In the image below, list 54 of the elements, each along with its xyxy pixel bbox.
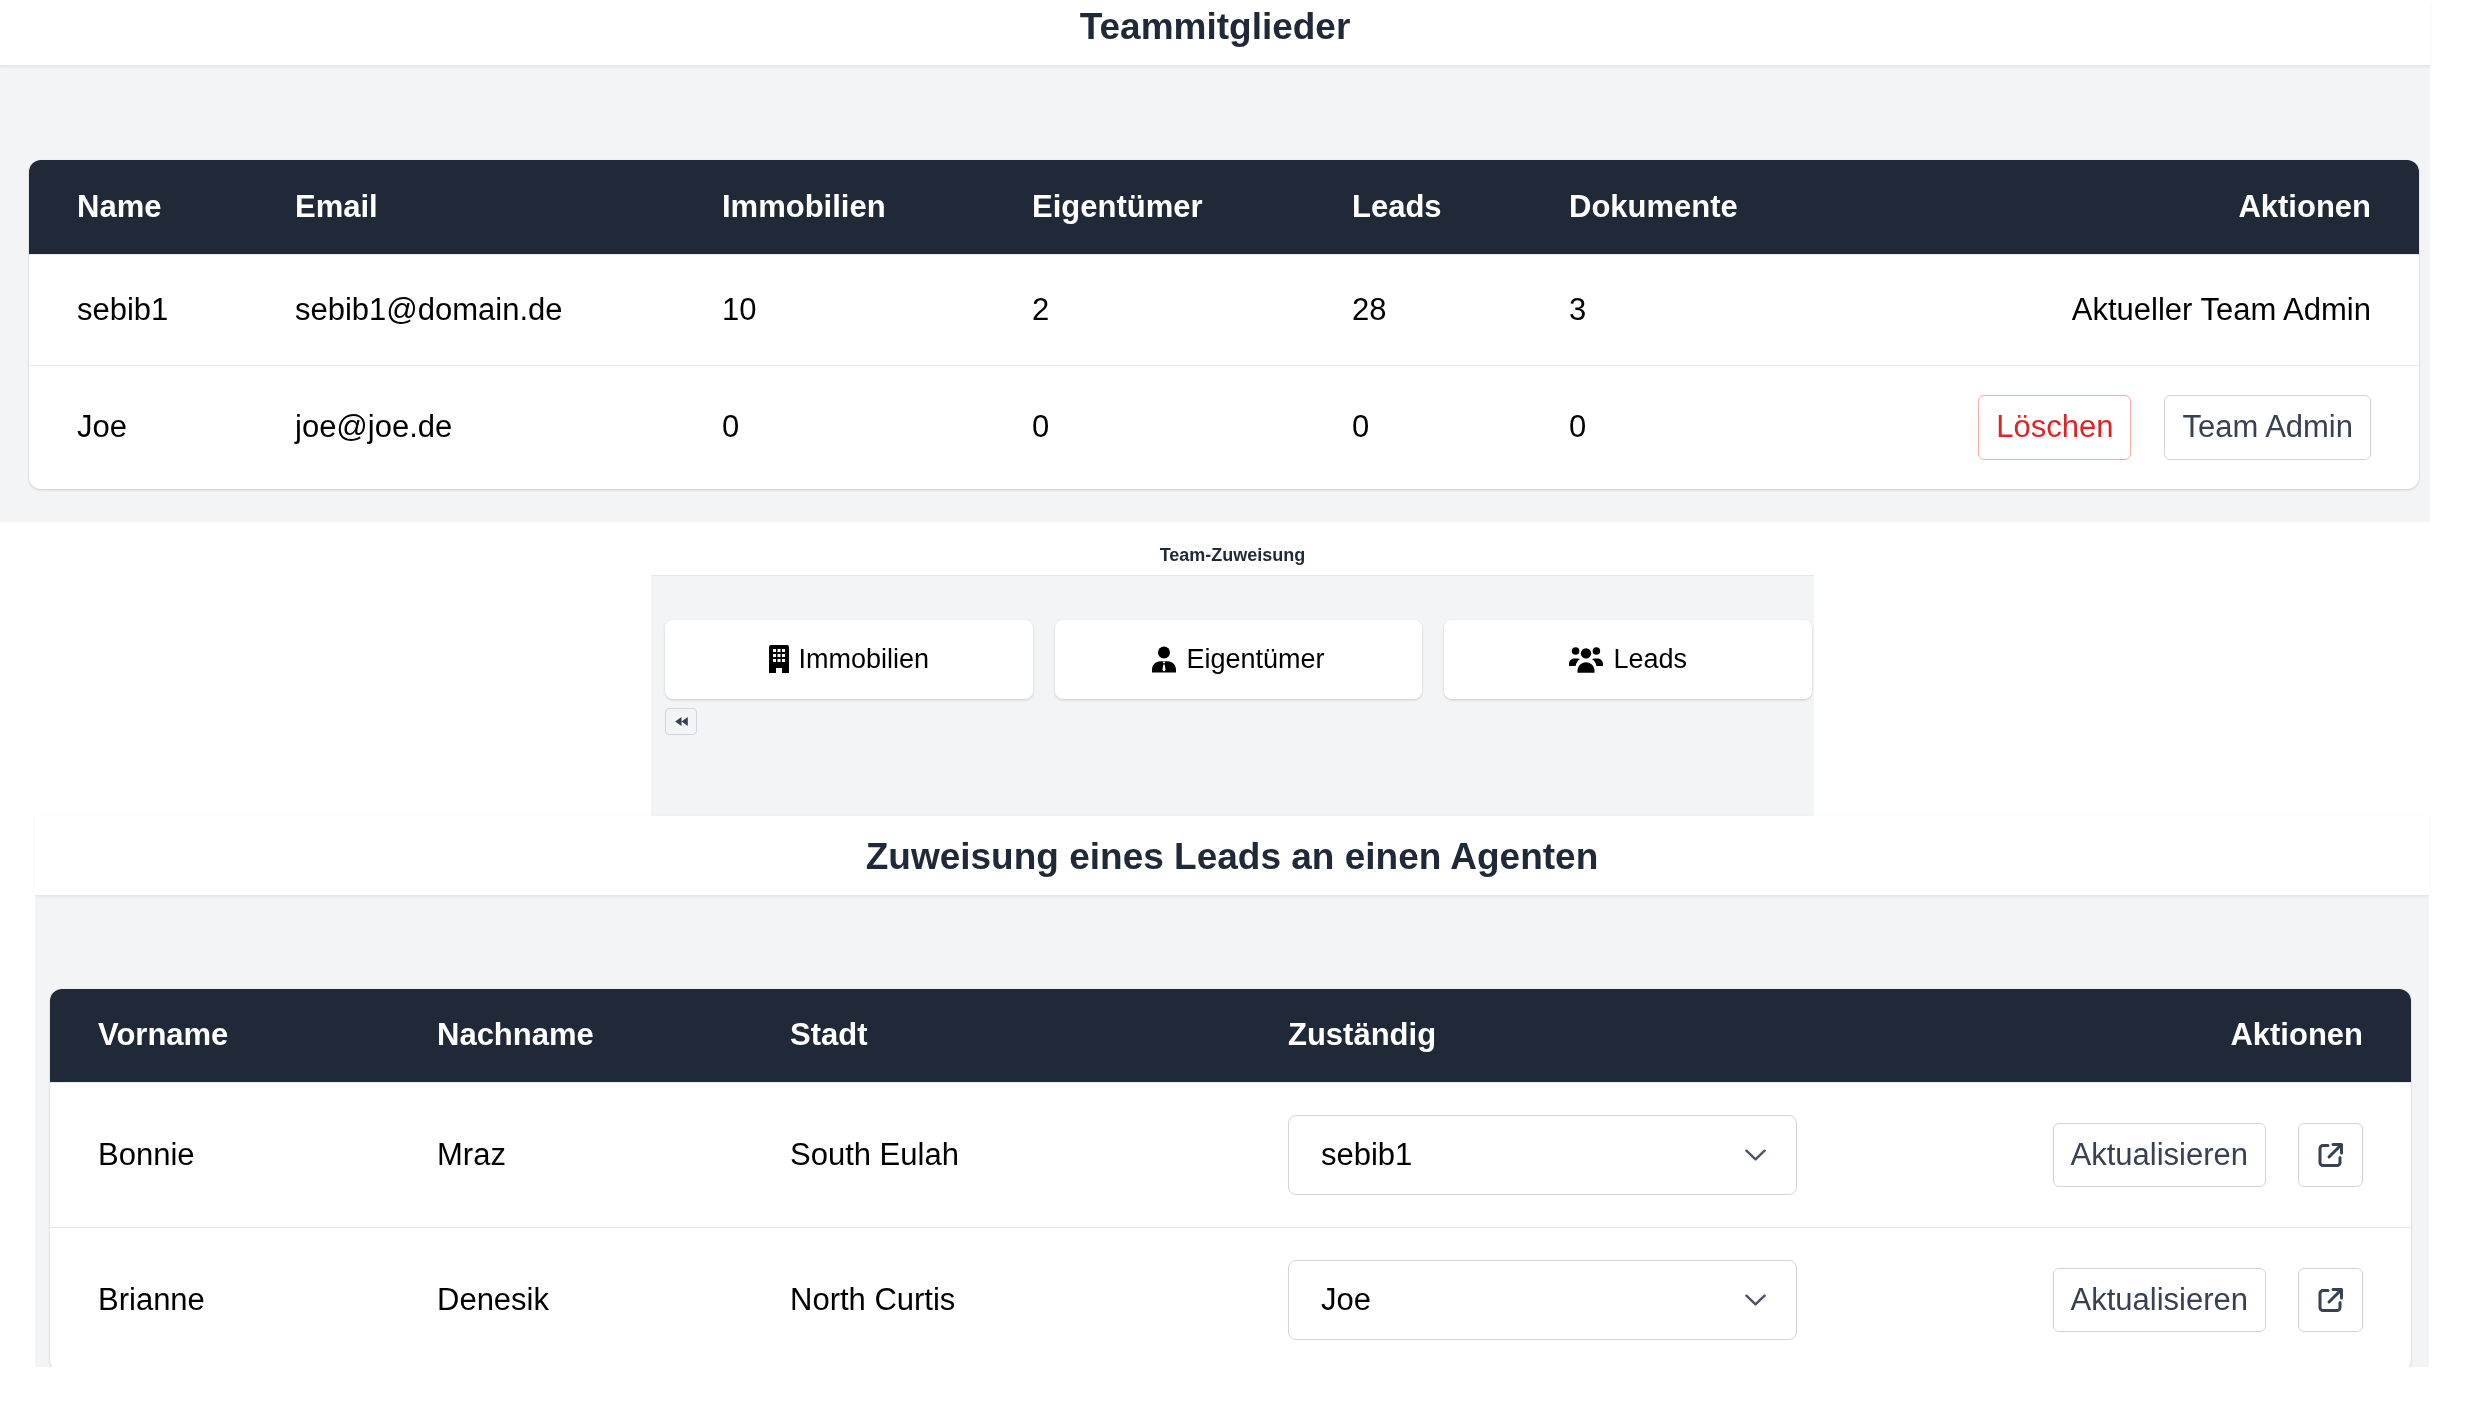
chevron-down-icon — [1745, 1294, 1766, 1306]
column-header: Aktionen — [1845, 988, 2411, 1083]
column-header: Aktionen — [1900, 160, 2419, 254]
table-cell: 0 — [1521, 365, 1900, 489]
update-button[interactable]: Aktualisieren — [2052, 1123, 2266, 1187]
external-link-icon — [2316, 1286, 2345, 1314]
dropdown[interactable]: Joe — [1288, 1260, 1797, 1340]
table-cell: sebib1 — [29, 254, 247, 365]
table-cell: 0 — [984, 365, 1304, 489]
tab-button[interactable]: Immobilien — [665, 619, 1033, 699]
page-title: Teammitglieder — [1079, 5, 1351, 49]
section-label: Team-Zuweisung — [1158, 543, 1307, 566]
column-header: Email — [247, 160, 674, 254]
table-cell: Mraz — [389, 1082, 742, 1228]
team-admin-button[interactable]: Team Admin — [2164, 394, 2371, 460]
dropdown[interactable]: sebib1 — [1288, 1115, 1797, 1195]
rewind-icon — [674, 716, 688, 726]
column-header: Nachname — [389, 988, 742, 1083]
update-button[interactable]: Aktualisieren — [2052, 1268, 2266, 1332]
table-cell: 2 — [984, 254, 1304, 365]
table-cell: Joe — [29, 365, 247, 489]
group-icon — [1569, 645, 1604, 673]
column-header: Stadt — [742, 988, 1240, 1083]
rewind-button[interactable] — [665, 707, 697, 735]
table-cell: 3 — [1521, 254, 1900, 365]
building-icon — [768, 645, 789, 673]
external-link-icon — [2316, 1141, 2345, 1169]
table-cell: 0 — [674, 365, 984, 489]
tab-button[interactable]: Eigentümer — [1054, 619, 1423, 699]
table-cell: 28 — [1304, 254, 1521, 365]
table-cell: sebib1@domain.de — [247, 254, 674, 365]
column-header: Eigentümer — [984, 160, 1304, 254]
column-header: Vorname — [50, 988, 389, 1083]
table-cell: North Curtis — [742, 1227, 1240, 1367]
column-header: Zuständig — [1240, 988, 1845, 1083]
column-header: Dokumente — [1521, 160, 1900, 254]
tab-button[interactable]: Leads — [1444, 619, 1812, 699]
table-cell: South Eulah — [742, 1082, 1240, 1228]
table-cell: Bonnie — [50, 1082, 389, 1228]
column-header: Leads — [1304, 160, 1521, 254]
column-header: Immobilien — [674, 160, 984, 254]
table-cell: Aktueller Team Admin — [1900, 254, 2419, 365]
column-header: Name — [29, 160, 247, 254]
section-title: Zuweisung eines Leads an einen Agenten — [865, 834, 1599, 879]
table-cell: Brianne — [50, 1227, 389, 1367]
table-cell: Denesik — [389, 1227, 742, 1367]
chevron-down-icon — [1745, 1149, 1766, 1161]
table-cell: 0 — [1304, 365, 1521, 489]
table-cell: 10 — [674, 254, 984, 365]
person-icon — [1152, 645, 1177, 673]
open-link-button[interactable] — [2298, 1123, 2363, 1187]
delete-button[interactable]: Löschen — [1978, 394, 2132, 460]
open-link-button[interactable] — [2298, 1268, 2363, 1332]
table-cell: joe@joe.de — [247, 365, 674, 489]
